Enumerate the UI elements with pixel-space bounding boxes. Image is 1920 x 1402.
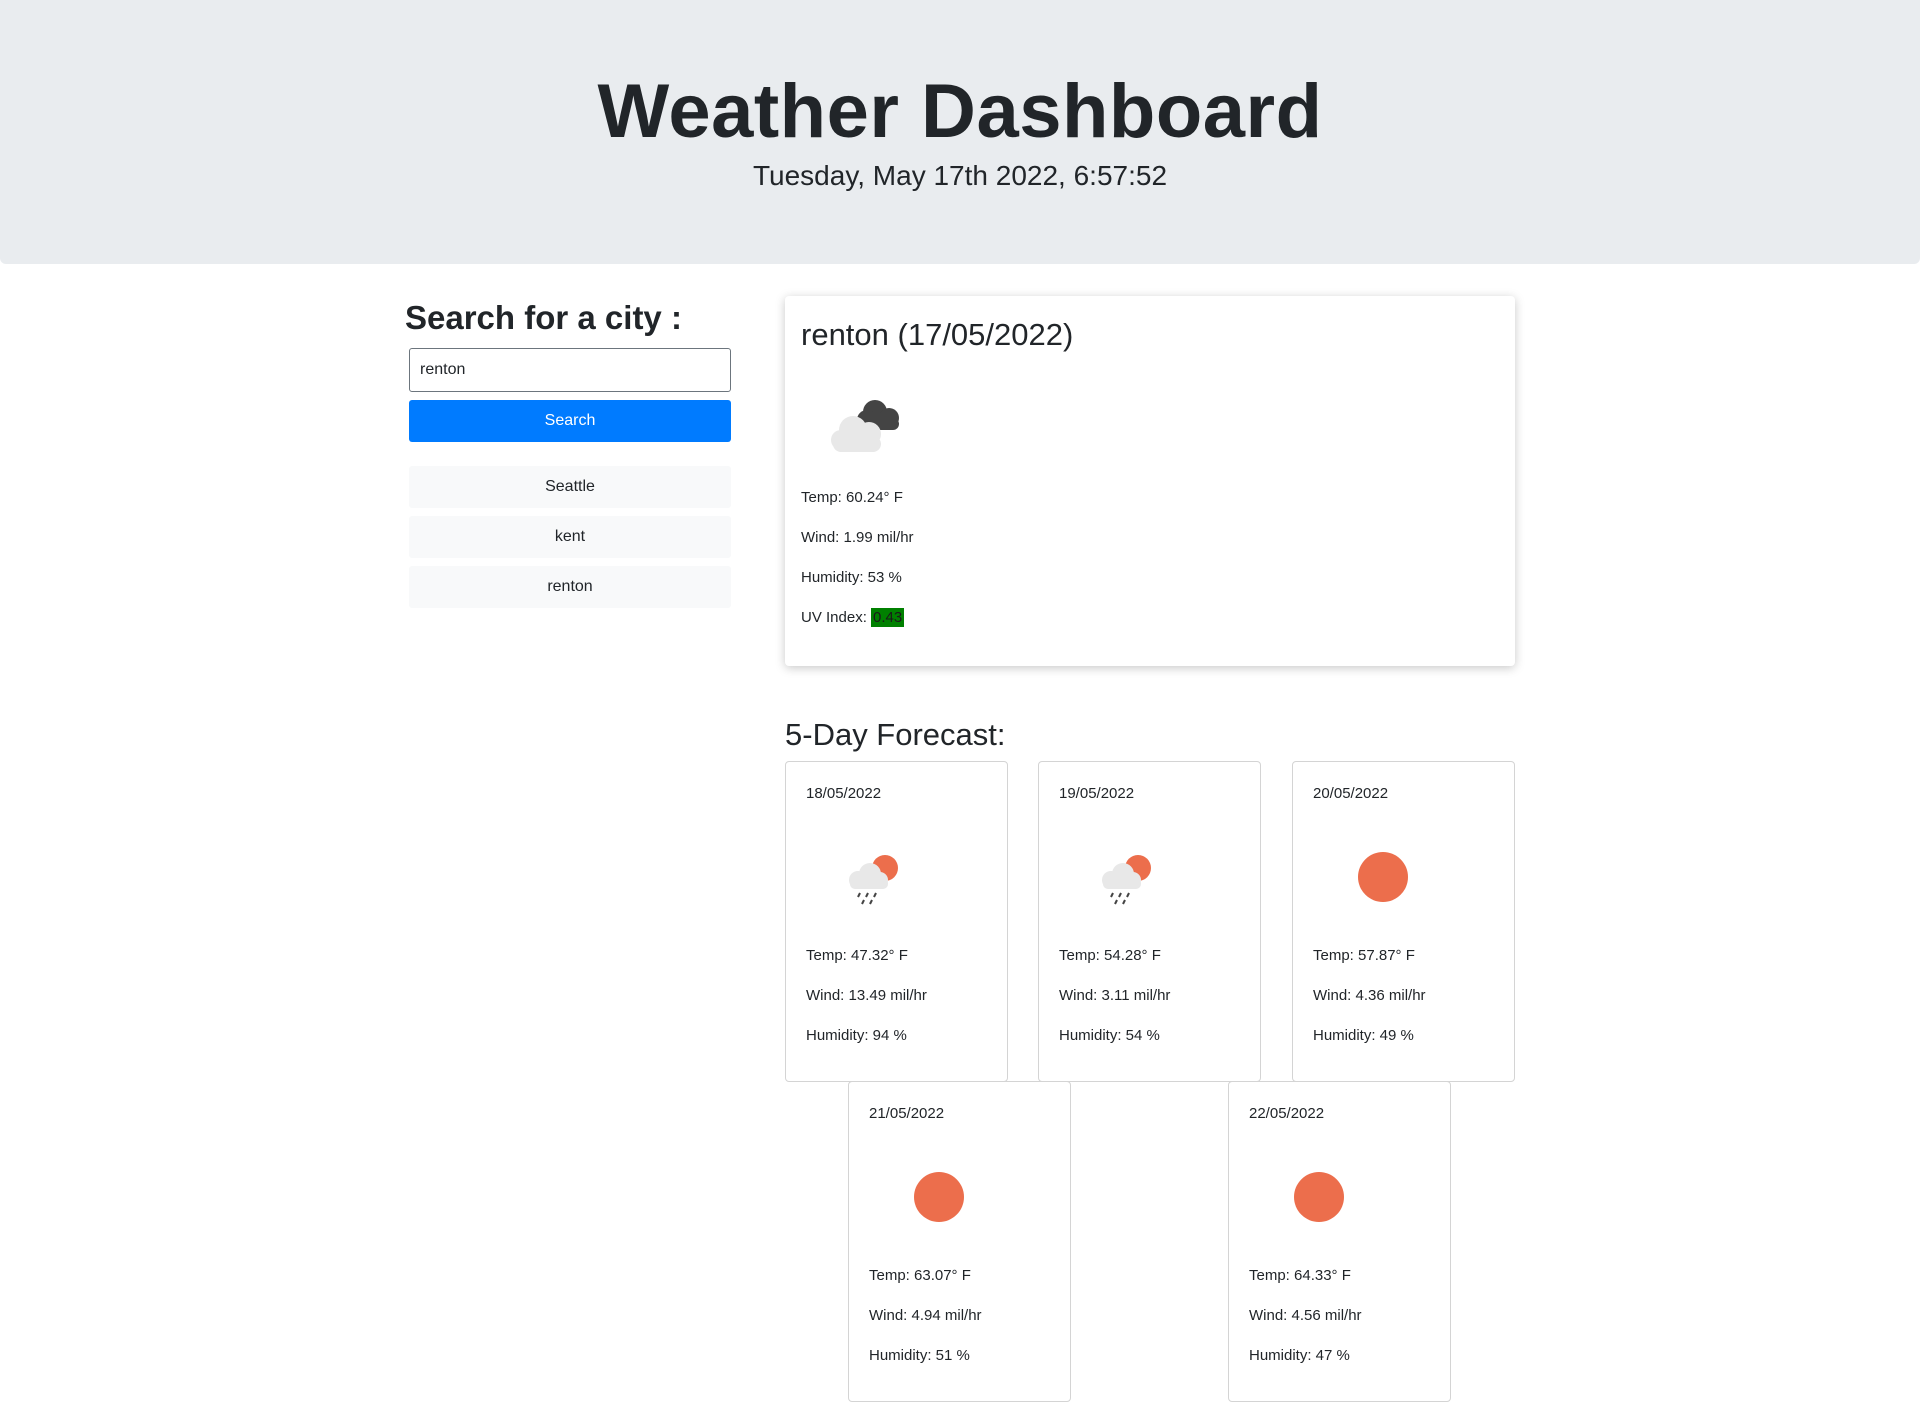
forecast-wind: Wind: 3.11 mil/hr xyxy=(1059,987,1171,1004)
forecast-heading: 5-Day Forecast: xyxy=(785,717,1006,752)
current-city-title: renton (17/05/2022) xyxy=(801,317,1074,352)
forecast-date: 19/05/2022 xyxy=(1059,785,1135,802)
forecast-stats: Temp: 54.28° F Wind: 3.11 mil/hr Humidit… xyxy=(1059,946,1170,1066)
current-datetime: Tuesday, May 17th 2022, 6:57:52 xyxy=(752,160,1168,191)
search-heading: Search for a city : xyxy=(405,299,682,336)
history-item-renton[interactable]: renton xyxy=(409,566,731,608)
forecast-wind: Wind: 4.94 mil/hr xyxy=(869,1307,982,1324)
rain-sun-icon xyxy=(849,855,898,905)
forecast-stats: Temp: 64.33° F Wind: 4.56 mil/hr Humidit… xyxy=(1249,1266,1362,1386)
current-temp: Temp: 60.24° F xyxy=(801,489,903,506)
uv-index-badge: 0.43 xyxy=(871,608,905,627)
forecast-stats: Temp: 47.32° F Wind: 13.49 mil/hr Humidi… xyxy=(806,946,927,1066)
forecast-temp: Temp: 57.87° F xyxy=(1313,947,1415,964)
city-search-input[interactable] xyxy=(409,348,731,392)
forecast-humidity: Humidity: 47 % xyxy=(1249,1347,1350,1364)
forecast-card: 19/05/2022 Temp: 54.28° F Wind: 3.11 mil… xyxy=(1038,761,1261,1082)
search-panel: Search for a city : Search Seattle kent … xyxy=(405,298,731,616)
forecast-date: 21/05/2022 xyxy=(869,1105,945,1122)
forecast-card: 18/05/2022 Temp: 47.32° F Wind: 13.49 mi… xyxy=(785,761,1008,1082)
forecast-temp: Temp: 47.32° F xyxy=(806,947,908,964)
forecast-temp: Temp: 54.28° F xyxy=(1059,947,1161,964)
forecast-card: 21/05/2022 Temp: 63.07° F Wind: 4.94 mil… xyxy=(848,1081,1071,1402)
forecast-humidity: Humidity: 51 % xyxy=(869,1347,970,1364)
sun-icon xyxy=(914,1172,964,1222)
forecast-stats: Temp: 57.87° F Wind: 4.36 mil/hr Humidit… xyxy=(1313,946,1426,1066)
uv-label: UV Index: xyxy=(801,609,867,626)
search-button[interactable]: Search xyxy=(409,400,731,442)
forecast-temp: Temp: 64.33° F xyxy=(1249,1267,1351,1284)
forecast-wind: Wind: 4.36 mil/hr xyxy=(1313,987,1426,1004)
forecast-temp: Temp: 63.07° F xyxy=(869,1267,971,1284)
forecast-date: 20/05/2022 xyxy=(1313,785,1389,802)
forecast-humidity: Humidity: 94 % xyxy=(806,1027,907,1044)
header-jumbotron: Weather Dashboard Tuesday, May 17th 2022… xyxy=(0,0,1920,264)
page-title: Weather Dashboard xyxy=(597,69,1323,154)
forecast-card: 20/05/2022 Temp: 57.87° F Wind: 4.36 mil… xyxy=(1292,761,1515,1082)
forecast-date: 18/05/2022 xyxy=(806,785,882,802)
sun-icon xyxy=(1358,852,1408,902)
forecast-card: 22/05/2022 Temp: 64.33° F Wind: 4.56 mil… xyxy=(1228,1081,1451,1402)
forecast-date: 22/05/2022 xyxy=(1249,1105,1325,1122)
search-history-list: Seattle kent renton xyxy=(409,466,731,608)
forecast-wind: Wind: 13.49 mil/hr xyxy=(806,987,927,1004)
forecast-stats: Temp: 63.07° F Wind: 4.94 mil/hr Humidit… xyxy=(869,1266,982,1386)
history-item-kent[interactable]: kent xyxy=(409,516,731,558)
broken-clouds-icon xyxy=(831,400,899,452)
sun-icon xyxy=(1294,1172,1344,1222)
current-uv: UV Index: 0.43 xyxy=(801,608,914,648)
forecast-humidity: Humidity: 49 % xyxy=(1313,1027,1414,1044)
rain-sun-icon xyxy=(1102,855,1151,905)
forecast-wind: Wind: 4.56 mil/hr xyxy=(1249,1307,1362,1324)
current-stats: Temp: 60.24° F Wind: 1.99 mil/hr Humidit… xyxy=(801,488,914,648)
history-item-seattle[interactable]: Seattle xyxy=(409,466,731,508)
current-humidity: Humidity: 53 % xyxy=(801,569,902,586)
current-wind: Wind: 1.99 mil/hr xyxy=(801,529,914,546)
forecast-humidity: Humidity: 54 % xyxy=(1059,1027,1160,1044)
current-weather-card: renton (17/05/2022) Temp: 60.24° F Wind:… xyxy=(785,296,1515,666)
